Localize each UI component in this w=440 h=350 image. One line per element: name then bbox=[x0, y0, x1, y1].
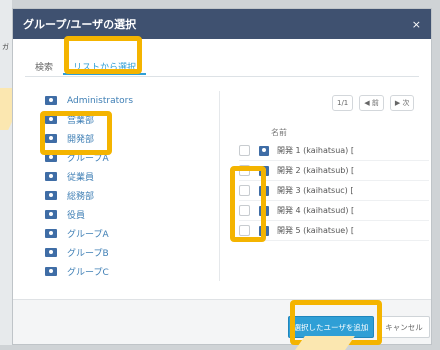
callout-pointer-bottom bbox=[295, 336, 355, 350]
user-row[interactable]: 開発 4 (kaihatsud) [ bbox=[239, 201, 429, 221]
cancel-button[interactable]: キャンセル bbox=[378, 316, 430, 338]
group-item[interactable]: 総務部 bbox=[45, 186, 133, 205]
next-page-button[interactable]: ▶ 次 bbox=[389, 95, 415, 111]
group-icon bbox=[45, 267, 57, 276]
dialog-titlebar: グループ/ユーザの選択 × bbox=[13, 9, 431, 39]
name-column-header: 名前 bbox=[271, 128, 287, 137]
highlight-tab bbox=[64, 36, 142, 74]
group-item[interactable]: グループC bbox=[45, 262, 133, 281]
group-icon bbox=[45, 210, 57, 219]
user-icon bbox=[259, 145, 269, 156]
group-item[interactable]: 従業員 bbox=[45, 167, 133, 186]
panel-divider bbox=[219, 91, 220, 281]
background-text: ガ bbox=[2, 43, 9, 51]
pager: 1/1 ◀ 前 ▶ 次 bbox=[332, 95, 415, 111]
highlight-group bbox=[40, 111, 112, 155]
group-icon bbox=[45, 172, 57, 181]
group-item[interactable]: グループB bbox=[45, 243, 133, 262]
user-checkbox[interactable] bbox=[239, 145, 250, 156]
dialog-title: グループ/ユーザの選択 bbox=[23, 18, 137, 31]
group-item[interactable]: グループA bbox=[45, 224, 133, 243]
user-row[interactable]: 開発 3 (kaihatsuc) [ bbox=[239, 181, 429, 201]
user-row[interactable]: 開発 1 (kaihatsua) [ bbox=[239, 141, 429, 161]
prev-page-button[interactable]: ◀ 前 bbox=[359, 95, 384, 111]
user-list: 開発 1 (kaihatsua) [ 開発 2 (kaihatsub) [ 開発… bbox=[239, 141, 429, 241]
group-icon bbox=[45, 248, 57, 257]
close-icon[interactable]: × bbox=[412, 18, 421, 31]
group-item[interactable]: 役員 bbox=[45, 205, 133, 224]
group-icon bbox=[45, 191, 57, 200]
group-icon bbox=[45, 229, 57, 238]
tab-divider bbox=[25, 76, 419, 77]
user-row[interactable]: 開発 2 (kaihatsub) [ bbox=[239, 161, 429, 181]
highlight-checkboxes bbox=[230, 166, 266, 242]
tab-search[interactable]: 検索 bbox=[25, 55, 63, 75]
group-item[interactable]: Administrators bbox=[45, 91, 133, 110]
group-icon bbox=[45, 96, 57, 105]
page-indicator: 1/1 bbox=[332, 95, 354, 111]
user-row[interactable]: 開発 5 (kaihatsue) [ bbox=[239, 221, 429, 241]
